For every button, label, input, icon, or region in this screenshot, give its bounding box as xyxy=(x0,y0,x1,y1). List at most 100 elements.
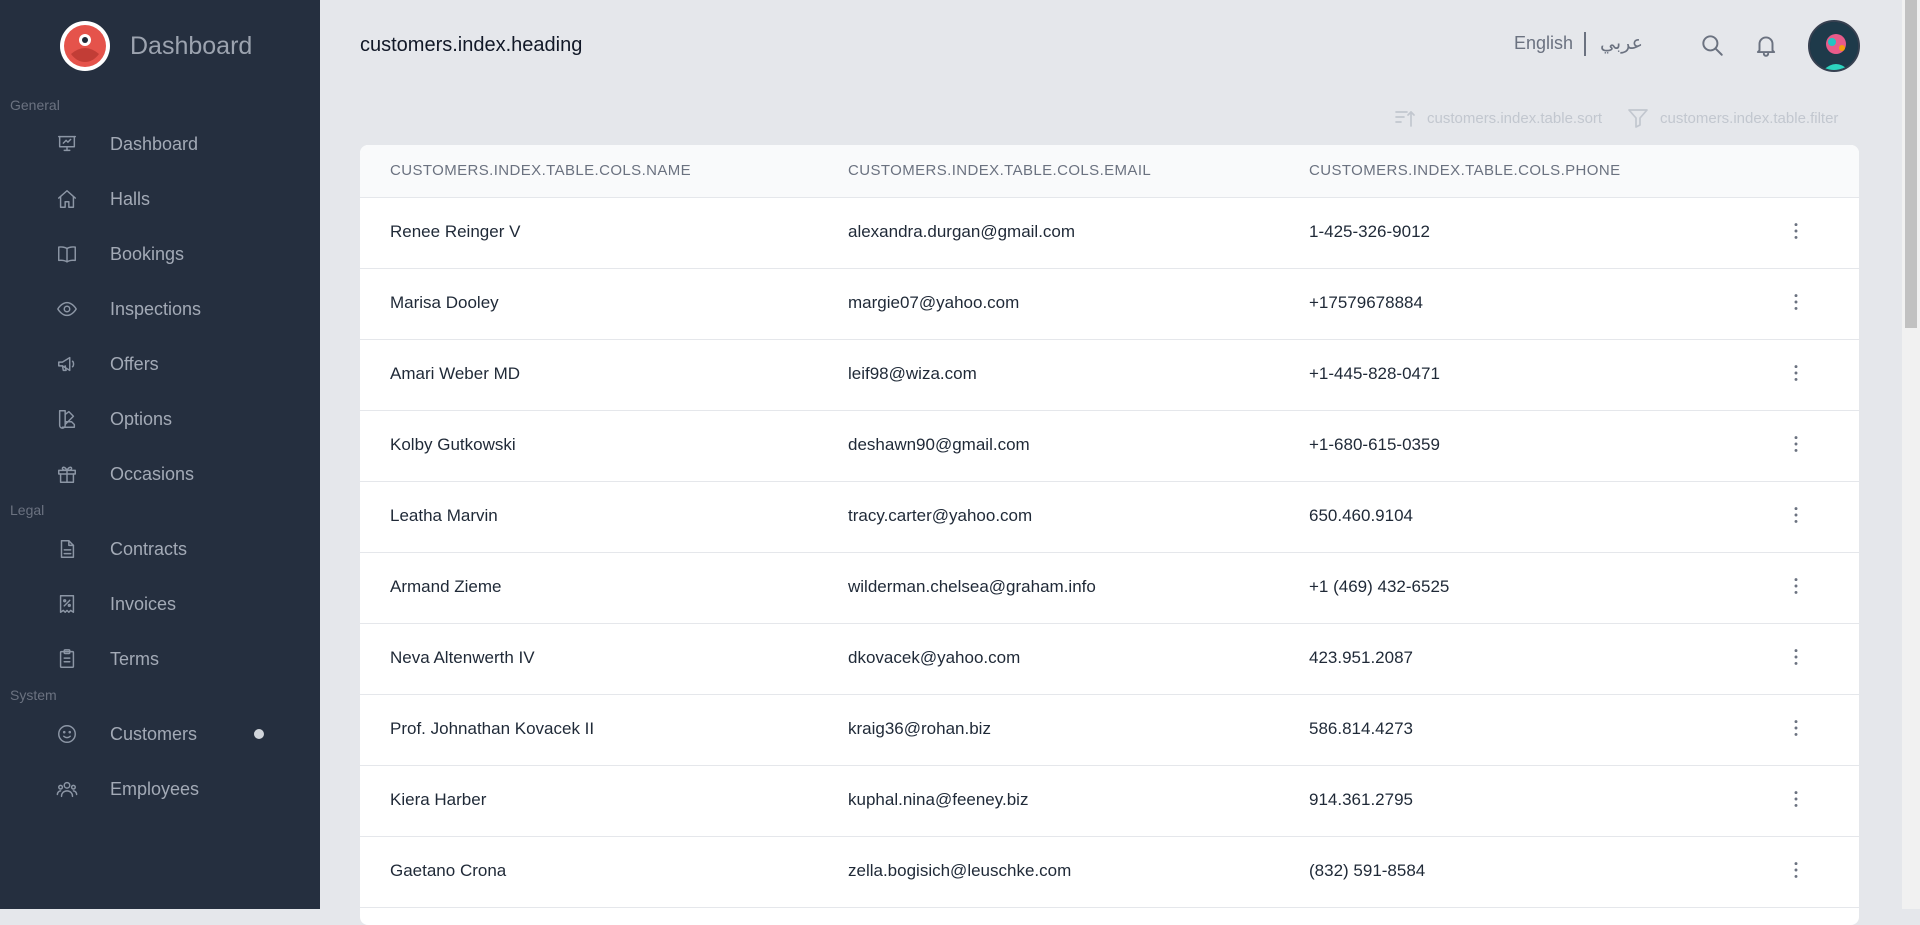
brand[interactable]: Dashboard xyxy=(60,21,252,71)
cell-phone: 423.951.2087 xyxy=(1309,648,1413,667)
presentation-chart-icon xyxy=(55,132,79,156)
cell-phone: 1-425-326-9012 xyxy=(1309,222,1430,241)
sidebar-item-label: Inspections xyxy=(110,298,202,319)
row-actions-button[interactable] xyxy=(1784,432,1808,456)
sidebar-item-label: Bookings xyxy=(110,243,185,264)
sidebar-item-terms[interactable]: Terms xyxy=(0,637,320,681)
row-actions-button[interactable] xyxy=(1784,361,1808,385)
book-open-icon xyxy=(55,242,79,266)
section-label-system: System xyxy=(10,687,57,703)
clipboard-list-icon xyxy=(55,647,79,671)
cell-name: Kolby Gutkowski xyxy=(390,435,516,454)
cell-email: deshawn90@gmail.com xyxy=(848,435,1030,454)
sidebar: Dashboard General Dashboard Halls Bookin… xyxy=(0,0,320,909)
cell-phone: (832) 591-8584 xyxy=(1309,861,1426,880)
cell-name: Neva Altenwerth IV xyxy=(390,648,535,667)
sidebar-item-label: Invoices xyxy=(110,593,177,614)
customers-table: customers.index.table.cols.name customer… xyxy=(360,145,1859,925)
table-row[interactable]: Kolby Gutkowski deshawn90@gmail.com +1-680… xyxy=(360,411,1859,482)
cell-phone: +1-445-828-0471 xyxy=(1309,364,1440,383)
cell-phone: 650.460.9104 xyxy=(1309,506,1413,525)
cell-email: tracy.carter@yahoo.com xyxy=(848,506,1033,525)
cell-email: kuphal.nina@feeney.biz xyxy=(848,790,1029,809)
cell-name: Kiera Harber xyxy=(390,790,487,809)
sidebar-item-dashboard[interactable]: Dashboard xyxy=(0,122,320,166)
sidebar-item-halls[interactable]: Halls xyxy=(0,177,320,221)
brand-name: Dashboard xyxy=(130,31,253,60)
cell-name: Marisa Dooley xyxy=(390,293,499,312)
cell-phone: +1 (469) 432-6525 xyxy=(1309,577,1450,596)
sidebar-item-offers[interactable]: Offers xyxy=(0,342,320,386)
cell-name: Armand Zieme xyxy=(390,577,502,596)
row-actions-button[interactable] xyxy=(1784,503,1808,527)
eye-icon xyxy=(55,297,79,321)
sidebar-item-label: Customers xyxy=(110,723,198,744)
user-avatar[interactable] xyxy=(1808,20,1860,72)
table-row[interactable]: Armand Zieme wilderman.chelsea@graham.inf… xyxy=(360,553,1859,624)
sidebar-item-label: Options xyxy=(110,408,173,429)
filter-button[interactable]: customers.index.table.filter xyxy=(1626,106,1838,130)
page-title: customers.index.heading xyxy=(360,34,583,56)
sidebar-item-employees[interactable]: Employees xyxy=(0,767,320,811)
column-header-phone[interactable]: customers.index.table.cols.phone xyxy=(1309,162,1620,179)
document-text-icon xyxy=(55,537,79,561)
table-header: customers.index.table.cols.name customer… xyxy=(360,145,1859,198)
dots-vertical-icon xyxy=(1794,294,1798,310)
cell-email: leif98@wiza.com xyxy=(848,364,977,383)
dots-vertical-icon xyxy=(1794,365,1798,381)
sidebar-item-label: Halls xyxy=(110,188,151,209)
dots-vertical-icon xyxy=(1794,436,1798,452)
receipt-icon xyxy=(55,592,79,616)
row-actions-button[interactable] xyxy=(1784,787,1808,811)
sidebar-item-options[interactable]: Options xyxy=(0,397,320,441)
dots-vertical-icon xyxy=(1794,649,1798,665)
brand-logo xyxy=(60,21,110,71)
table-row[interactable]: Leatha Marvin tracy.carter@yahoo.com 650.4… xyxy=(360,482,1859,553)
sidebar-item-occasions[interactable]: Occasions xyxy=(0,452,320,496)
cell-email: zella.bogisich@leuschke.com xyxy=(848,861,1072,880)
section-label-general: General xyxy=(10,97,60,113)
sidebar-item-inspections[interactable]: Inspections xyxy=(0,287,320,331)
cell-email: alexandra.durgan@gmail.com xyxy=(848,222,1076,241)
megaphone-icon xyxy=(55,352,79,376)
sort-label: customers.index.table.sort xyxy=(1427,109,1603,127)
emoji-happy-icon xyxy=(55,722,79,746)
language-english-link[interactable]: English xyxy=(1514,33,1573,54)
column-header-email[interactable]: customers.index.table.cols.email xyxy=(848,162,1151,179)
table-row[interactable]: Neva Altenwerth IV dkovacek@yahoo.com 423.… xyxy=(360,624,1859,695)
cell-name: Leatha Marvin xyxy=(390,506,498,525)
bell-icon[interactable] xyxy=(1753,32,1779,58)
sidebar-item-contracts[interactable]: Contracts xyxy=(0,527,320,571)
sidebar-item-customers[interactable]: Customers xyxy=(0,712,320,756)
row-actions-button[interactable] xyxy=(1784,219,1808,243)
table-row[interactable]: Amari Weber MD leif98@wiza.com +1-445-828-… xyxy=(360,340,1859,411)
table-row[interactable]: Gaetano Crona zella.bogisich@leuschke.com… xyxy=(360,837,1859,908)
sidebar-item-label: Contracts xyxy=(110,538,188,559)
sidebar-item-label: Offers xyxy=(110,353,159,374)
scrollbar-thumb[interactable] xyxy=(1905,0,1917,328)
language-arabic-link[interactable]: عربي xyxy=(1600,32,1643,54)
row-actions-button[interactable] xyxy=(1784,290,1808,314)
sort-button[interactable]: customers.index.table.sort xyxy=(1393,106,1602,130)
row-actions-button[interactable] xyxy=(1784,574,1808,598)
cell-name: Renee Reinger V xyxy=(390,222,521,241)
row-actions-button[interactable] xyxy=(1784,645,1808,669)
row-actions-button[interactable] xyxy=(1784,716,1808,740)
sidebar-item-label: Terms xyxy=(110,648,159,669)
active-indicator-dot xyxy=(254,729,264,739)
table-row[interactable]: Renee Reinger V alexandra.durgan@gmail.co… xyxy=(360,198,1859,269)
cell-email: margie07@yahoo.com xyxy=(848,293,1020,312)
home-icon xyxy=(55,187,79,211)
row-actions-button[interactable] xyxy=(1784,858,1808,882)
table-row[interactable]: Kiera Harber kuphal.nina@feeney.biz 914.36… xyxy=(360,766,1859,837)
table-row[interactable]: Marisa Dooley margie07@yahoo.com +17579678… xyxy=(360,269,1859,340)
sidebar-item-bookings[interactable]: Bookings xyxy=(0,232,320,276)
cell-email: wilderman.chelsea@graham.info xyxy=(848,577,1096,596)
dots-vertical-icon xyxy=(1794,720,1798,736)
sidebar-item-invoices[interactable]: Invoices xyxy=(0,582,320,626)
search-icon[interactable] xyxy=(1699,32,1725,58)
color-swatch-icon xyxy=(55,407,79,431)
cell-phone: +17579678884 xyxy=(1309,293,1423,312)
table-row[interactable]: Prof. Johnathan Kovacek II kraig36@rohan.… xyxy=(360,695,1859,766)
column-header-name[interactable]: customers.index.table.cols.name xyxy=(390,162,691,179)
